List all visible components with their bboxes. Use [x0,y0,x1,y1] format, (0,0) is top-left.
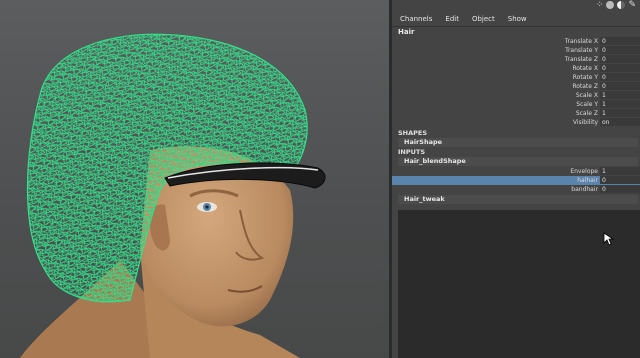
blendshape-node[interactable]: Hair_blendShape [398,157,638,166]
attr-value[interactable]: 0 [600,176,640,184]
attr-value[interactable]: 1 [600,91,640,99]
attr-value[interactable]: 0 [600,55,640,63]
tweak-node[interactable]: Hair_tweak [398,195,638,204]
attr-value[interactable]: 0 [600,73,640,81]
attr-value[interactable]: 0 [600,185,640,193]
scene [20,33,326,358]
attr-label: halhair [577,177,598,184]
attr-label: Scale Z [575,110,598,117]
attr-envelope[interactable]: Envelope 1 [392,167,640,176]
attr-label: Translate Y [565,47,598,54]
attr-value[interactable]: 0 [600,37,640,45]
attr-value[interactable]: on [600,118,640,126]
globe-icon[interactable] [606,1,615,9]
inputs-header: INPUTS [398,148,426,156]
attr-rotate-z[interactable]: Rotate Z 0 [392,82,640,91]
attr-label: bandhair [571,186,598,193]
attr-scale-z[interactable]: Scale Z 1 [392,109,640,118]
attr-halhair[interactable]: halhair 0 [392,176,640,185]
attr-bandhair[interactable]: bandhair 0 [392,185,640,194]
menu-show[interactable]: Show [500,12,532,26]
attr-translate-x[interactable]: Translate X 0 [392,37,640,46]
attr-rotate-y[interactable]: Rotate Y 0 [392,73,640,82]
attr-label: Rotate Z [572,83,598,90]
attr-scale-y[interactable]: Scale Y 1 [392,100,640,109]
3d-viewport[interactable] [0,0,389,358]
attr-value[interactable]: 1 [600,100,640,108]
menu-channels[interactable]: Channels [392,12,437,26]
status-icons: ⁘ ✎ [596,1,636,11]
channel-box-panel: ⁘ ✎ Channels Edit Object Show Hair Trans… [392,0,640,358]
dots-icon[interactable]: ⁘ [596,1,604,10]
attr-scale-x[interactable]: Scale X 1 [392,91,640,100]
shapes-header: SHAPES [398,129,428,137]
pin-icon[interactable]: ✎ [628,1,636,10]
attr-value[interactable]: 0 [600,64,640,72]
mouse-cursor-icon [603,232,615,246]
attr-translate-z[interactable]: Translate Z 0 [392,55,640,64]
attr-label: Visibility [572,119,598,126]
menu-edit[interactable]: Edit [437,12,464,26]
object-name[interactable]: Hair [392,27,640,37]
menu-object[interactable]: Object [464,12,500,26]
attr-rotate-x[interactable]: Rotate X 0 [392,64,640,73]
attr-label: Rotate X [572,65,598,72]
attr-translate-y[interactable]: Translate Y 0 [392,46,640,55]
attr-visibility[interactable]: Visibility on [392,118,640,127]
attr-value[interactable]: 1 [600,167,640,175]
attr-label: Scale Y [576,101,598,108]
attr-label: Rotate Y [572,74,598,81]
attr-value[interactable]: 0 [600,46,640,54]
attr-label: Scale X [575,92,598,99]
contrast-icon[interactable] [617,1,626,9]
shape-node[interactable]: HairShape [398,138,638,147]
attr-value[interactable]: 1 [600,109,640,117]
channel-box-menubar: Channels Edit Object Show [392,12,640,27]
attr-label: Translate X [564,38,598,45]
attr-value[interactable]: 0 [600,82,640,90]
attr-label: Envelope [570,168,598,175]
attr-label: Translate Z [564,56,598,63]
